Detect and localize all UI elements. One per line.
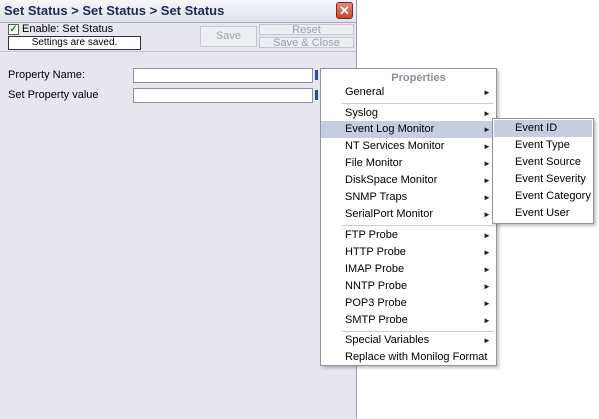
submenu-arrow-icon: ► xyxy=(483,88,491,97)
menu-item-label: SNMP Traps xyxy=(345,191,408,203)
submenu-arrow-icon: ► xyxy=(483,210,491,219)
menu-item-nntp-probe[interactable]: NNTP Probe ► xyxy=(321,278,496,295)
menu-item-nt-services-monitor[interactable]: NT Services Monitor ► xyxy=(321,138,496,155)
menu-item-label: NT Services Monitor xyxy=(345,140,445,152)
submenu-arrow-icon: ► xyxy=(483,336,491,345)
menu-item-label: HTTP Probe xyxy=(345,246,406,258)
submenu-item-event-id[interactable]: Event ID xyxy=(494,120,592,137)
menu-item-label: Special Variables xyxy=(345,334,430,346)
menu-item-label: SerialPort Monitor xyxy=(345,208,434,220)
menu-item-ftp-probe[interactable]: FTP Probe ► xyxy=(321,227,496,244)
menu-item-replace-with-monilog-format[interactable]: Replace with Monilog Format xyxy=(321,349,496,366)
title-bar[interactable]: Set Status > Set Status > Set Status ✕ xyxy=(0,0,356,23)
submenu-item-label: Event User xyxy=(515,207,570,219)
menu-item-label: Replace with Monilog Format xyxy=(345,351,488,363)
submenu-arrow-icon: ► xyxy=(483,265,491,274)
property-name-input[interactable] xyxy=(133,68,313,83)
close-button[interactable]: ✕ xyxy=(336,2,353,19)
submenu-arrow-icon: ► xyxy=(483,282,491,291)
reset-button[interactable]: Reset xyxy=(259,24,354,36)
menu-item-label: DiskSpace Monitor xyxy=(345,174,438,186)
menu-item-label: NNTP Probe xyxy=(345,280,408,292)
submenu-arrow-icon: ► xyxy=(483,109,491,118)
submenu-item-event-source[interactable]: Event Source xyxy=(494,154,592,171)
submenu-item-event-category[interactable]: Event Category xyxy=(494,188,592,205)
submenu-arrow-icon: ► xyxy=(483,248,491,257)
window-title: Set Status > Set Status > Set Status xyxy=(4,3,225,18)
menu-item-label: File Monitor xyxy=(345,157,403,169)
save-button[interactable]: Save xyxy=(200,26,257,47)
property-value-insert-button[interactable] xyxy=(315,90,318,100)
menu-item-label: Syslog xyxy=(345,107,379,119)
submenu-arrow-icon: ► xyxy=(483,316,491,325)
menu-item-serialport-monitor[interactable]: SerialPort Monitor ► xyxy=(321,206,496,223)
close-icon: ✕ xyxy=(339,3,350,18)
submenu-arrow-icon: ► xyxy=(483,159,491,168)
submenu-arrow-icon: ► xyxy=(483,125,491,134)
menu-item-smtp-probe[interactable]: SMTP Probe ► xyxy=(321,312,496,329)
submenu-item-label: Event Type xyxy=(515,139,570,151)
submenu-item-label: Event ID xyxy=(515,122,558,134)
menu-item-event-log-monitor[interactable]: Event Log Monitor ► xyxy=(321,121,496,138)
save-close-button[interactable]: Save & Close xyxy=(259,37,354,49)
event-log-monitor-submenu: Event ID Event Type Event Source Event S… xyxy=(492,118,594,224)
menu-item-label: FTP Probe xyxy=(345,229,398,241)
menu-item-special-variables[interactable]: Special Variables ► xyxy=(321,332,496,349)
toolbar-divider xyxy=(0,51,356,52)
enable-label: Enable: Set Status xyxy=(22,23,114,35)
status-message: Settings are saved. xyxy=(8,36,141,50)
submenu-item-label: Event Severity xyxy=(515,173,586,185)
menu-item-label: General xyxy=(345,86,385,98)
menu-item-syslog[interactable]: Syslog ► xyxy=(321,105,496,122)
set-status-dialog: Set Status > Set Status > Set Status ✕ ✓… xyxy=(0,0,357,419)
menu-separator xyxy=(342,225,494,226)
submenu-arrow-icon: ► xyxy=(483,176,491,185)
menu-item-label: SMTP Probe xyxy=(345,314,408,326)
enable-checkbox[interactable]: ✓ xyxy=(8,24,19,35)
submenu-item-label: Event Source xyxy=(515,156,582,168)
menu-item-diskspace-monitor[interactable]: DiskSpace Monitor ► xyxy=(321,172,496,189)
menu-item-imap-probe[interactable]: IMAP Probe ► xyxy=(321,261,496,278)
menu-item-label: IMAP Probe xyxy=(345,263,405,275)
menu-item-snmp-traps[interactable]: SNMP Traps ► xyxy=(321,189,496,206)
submenu-arrow-icon: ► xyxy=(483,231,491,240)
properties-context-menu: Properties General ► Syslog ► Event Log … xyxy=(320,68,497,366)
property-name-label: Property Name: xyxy=(8,69,86,81)
property-value-label: Set Property value xyxy=(8,89,99,101)
submenu-arrow-icon: ► xyxy=(483,299,491,308)
submenu-arrow-icon: ► xyxy=(483,142,491,151)
submenu-item-event-user[interactable]: Event User xyxy=(494,205,592,222)
submenu-item-event-type[interactable]: Event Type xyxy=(494,137,592,154)
submenu-item-label: Event Category xyxy=(515,190,591,202)
menu-item-http-probe[interactable]: HTTP Probe ► xyxy=(321,244,496,261)
menu-item-file-monitor[interactable]: File Monitor ► xyxy=(321,155,496,172)
submenu-arrow-icon: ► xyxy=(483,193,491,202)
submenu-item-event-severity[interactable]: Event Severity xyxy=(494,171,592,188)
menu-item-label: Event Log Monitor xyxy=(345,123,435,135)
property-name-insert-button[interactable] xyxy=(315,70,318,80)
menu-item-label: POP3 Probe xyxy=(345,297,407,309)
menu-item-general[interactable]: General ► xyxy=(321,84,496,101)
menu-item-pop3-probe[interactable]: POP3 Probe ► xyxy=(321,295,496,312)
property-value-input[interactable] xyxy=(133,88,313,103)
menu-separator xyxy=(342,103,494,104)
